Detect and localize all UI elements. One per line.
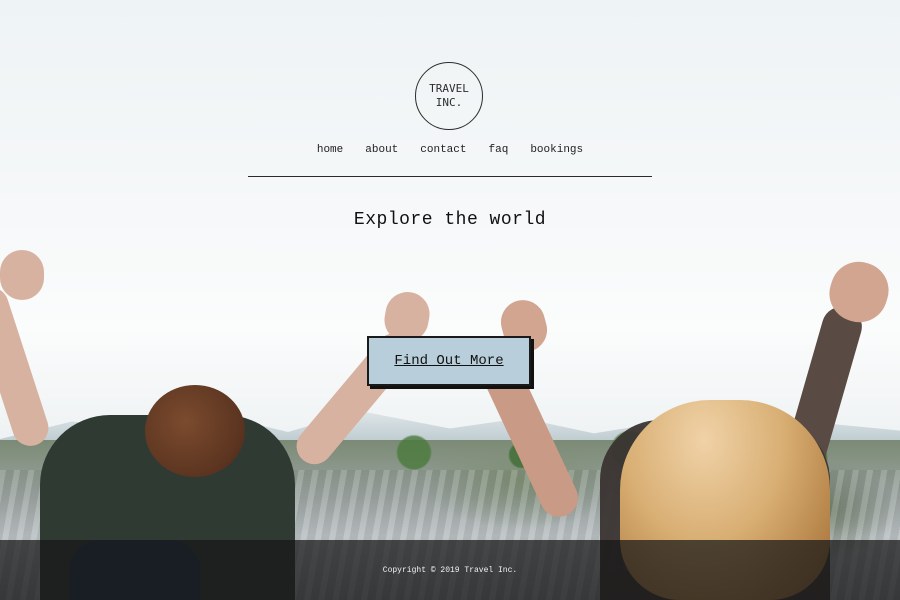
copyright-text: Copyright © 2019 Travel Inc. (382, 565, 518, 575)
nav-faq[interactable]: faq (487, 142, 511, 162)
nav-bookings[interactable]: bookings (528, 142, 585, 162)
hero-headline: Explore the world (353, 210, 547, 230)
logo[interactable]: TRAVEL INC. (415, 62, 483, 130)
nav-home[interactable]: home (315, 142, 345, 162)
person-left-hand-left (0, 250, 44, 300)
site-footer: Copyright © 2019 Travel Inc. (0, 540, 900, 600)
logo-text-line-2: INC. (435, 96, 463, 109)
person-left-head (145, 385, 245, 477)
main-nav: home about contact faq bookings (0, 142, 900, 162)
find-out-more-button[interactable]: Find Out More (367, 336, 531, 386)
site-header: TRAVEL INC. home about contact faq booki… (0, 0, 900, 190)
header-divider (248, 176, 652, 177)
logo-text-line-1: TRAVEL (429, 82, 469, 95)
nav-contact[interactable]: contact (418, 142, 468, 162)
nav-about[interactable]: about (363, 142, 400, 162)
